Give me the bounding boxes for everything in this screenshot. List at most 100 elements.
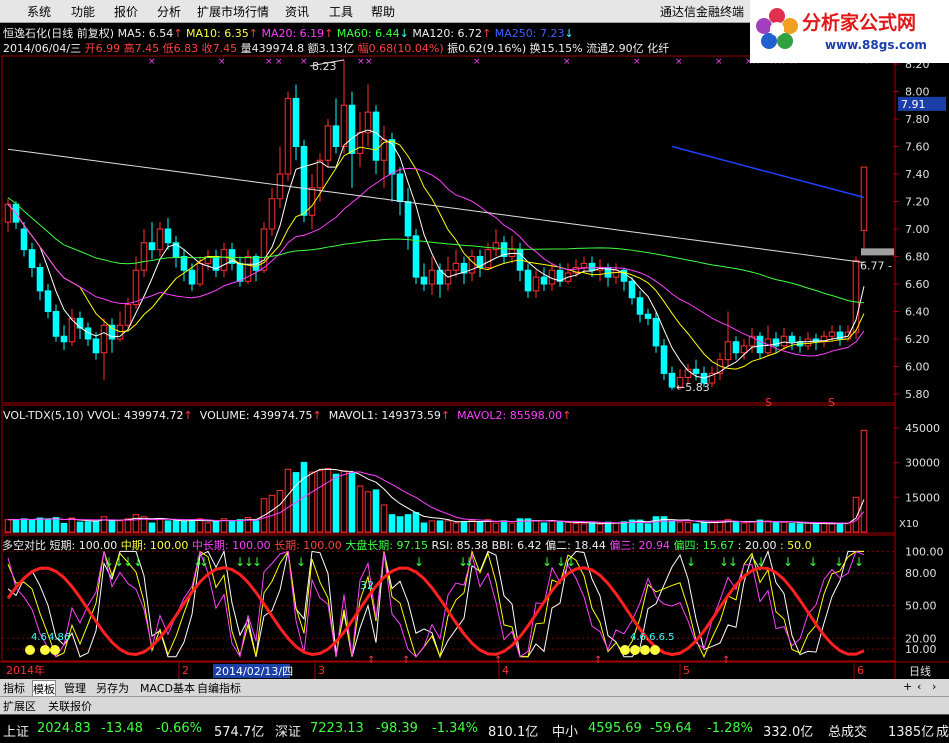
volume-bar (500, 520, 508, 533)
buy-arrow: ↓ (296, 555, 306, 569)
ma250-value: MA250: 7.23 (494, 27, 565, 40)
quote-high: 高7.45 (123, 42, 160, 55)
candle-body (740, 345, 748, 354)
volume-value: VOLUME: 439974.75 (199, 409, 313, 422)
low-annotation: ←5.83 (676, 381, 710, 394)
flower-logo-icon (756, 8, 798, 49)
volume-bar (308, 471, 316, 533)
level-annotation: 6.77 - (860, 260, 892, 273)
tab-save-as[interactable]: 另存为 (96, 680, 129, 696)
candle-body (60, 335, 68, 343)
zx-value: 4595.69 (588, 721, 642, 736)
chart-canvas: 8.208.007.807.607.407.207.006.806.606.40… (0, 22, 949, 679)
zone-related[interactable]: 关联报价 (48, 698, 92, 714)
ind-long: 长期: 100.00 (274, 539, 342, 552)
price-tick-label: 7.80 (905, 113, 930, 126)
buy-arrow: ↓ (756, 555, 766, 569)
candle-body (668, 372, 676, 388)
menu-quote[interactable]: 报价 (114, 3, 138, 20)
candle-body (612, 269, 620, 278)
app-title: 通达信金融终端 (660, 5, 745, 19)
volume-bar (444, 520, 452, 533)
smiley-icon (40, 645, 50, 655)
volume-bar (156, 518, 164, 533)
buy-arrow: ↓ (542, 555, 552, 569)
total-label: 总成交 (828, 725, 868, 740)
ind-v20: : 20.00 (737, 539, 777, 552)
candle-body (220, 249, 228, 271)
vol-tick-label: 45000 (905, 422, 940, 435)
tab-next-button[interactable]: › (932, 680, 936, 693)
quote-float: 流通2.90亿 (586, 42, 644, 55)
volume-bar (148, 522, 156, 533)
zone-ext[interactable]: 扩展区 (3, 698, 36, 714)
volume-bar (116, 520, 124, 533)
candle-body (180, 256, 188, 271)
vol-tick-label: 30000 (905, 457, 940, 470)
volume-bar (572, 522, 580, 533)
top-x-marker: × (148, 57, 156, 67)
buy-arrow: ↓ (464, 555, 474, 569)
candle-body (724, 341, 732, 361)
candle-body (428, 269, 436, 285)
candle-body (852, 260, 860, 333)
volume-bar (644, 523, 652, 533)
candle-body (140, 242, 148, 271)
period-label: 日线 (909, 664, 931, 678)
menu-function[interactable]: 功能 (71, 3, 95, 20)
sh-change: -13.48 (101, 721, 143, 736)
candle-body (420, 276, 428, 285)
indicator-tab-bar: 指标 模板 管理 另存为 MACD基本 自编指标 + ‹ › (0, 679, 949, 698)
menu-help[interactable]: 帮助 (371, 3, 395, 20)
logo-url: www.88gs.com (825, 38, 927, 52)
quote-open: 开6.99 (84, 42, 121, 55)
candle-body (388, 139, 396, 175)
candle-body (340, 104, 348, 147)
volume-legend: VOL-TDX(5,10) VVOL: 439974.72↑ VOLUME: 4… (3, 409, 572, 422)
volume-bar (188, 520, 196, 533)
buy-arrow: ↓ (556, 555, 566, 569)
timeline-month-6: 6 (857, 664, 864, 677)
menu-analysis[interactable]: 分析 (157, 3, 181, 20)
tab-indicator[interactable]: 指标 (3, 680, 25, 696)
volume-bar (52, 517, 60, 533)
ma120-value: MA120: 6.72 (412, 27, 483, 40)
vol-label: VOL-TDX(5,10) (3, 409, 84, 422)
tab-manage[interactable]: 管理 (64, 680, 86, 696)
volume-bar (388, 514, 396, 533)
menu-system[interactable]: 系统 (27, 3, 51, 20)
price-tick-label: 6.60 (905, 278, 930, 291)
candle-body (788, 335, 796, 343)
volume-bar (460, 521, 468, 533)
vol-unit-label: X10 (899, 519, 919, 530)
price-tick-label: 6.20 (905, 333, 930, 346)
sell-signal-2: S (828, 396, 835, 409)
sz-amount: 810.1亿 (488, 725, 539, 740)
candle-body (196, 262, 204, 285)
candle-body (124, 304, 132, 326)
tab-macd-basic[interactable]: MACD基本 (140, 680, 195, 696)
ma5-value: MA5: 6.54 (117, 27, 174, 40)
volume-bar (108, 520, 116, 533)
ind-dev4: 偏四: 15.67 (673, 539, 735, 552)
sell-arrow: ↑ (594, 655, 602, 666)
menu-tools[interactable]: 工具 (329, 3, 353, 20)
tab-custom-indicator[interactable]: 自编指标 (197, 680, 241, 696)
candle-body (804, 338, 812, 347)
candle-body (580, 262, 588, 268)
smiley-icon (50, 645, 60, 655)
vol-tick-label: 15000 (905, 491, 940, 504)
tab-prev-button[interactable]: ‹ (917, 680, 921, 693)
volume-bar (860, 429, 868, 533)
top-x-marker: × (563, 57, 571, 67)
menu-info[interactable]: 资讯 (285, 3, 309, 20)
volume-bar (452, 522, 460, 533)
volume-bar (100, 516, 108, 533)
top-x-marker: × (675, 57, 683, 67)
candle-body (20, 228, 28, 251)
ind-mark-1: 4.6 (31, 632, 47, 643)
tab-plus-button[interactable]: + (903, 680, 912, 693)
buy-arrow: ↓ (686, 555, 696, 569)
menu-ext-market[interactable]: 扩展市场行情 (197, 3, 269, 20)
buy-arrow: ↓ (808, 555, 818, 569)
